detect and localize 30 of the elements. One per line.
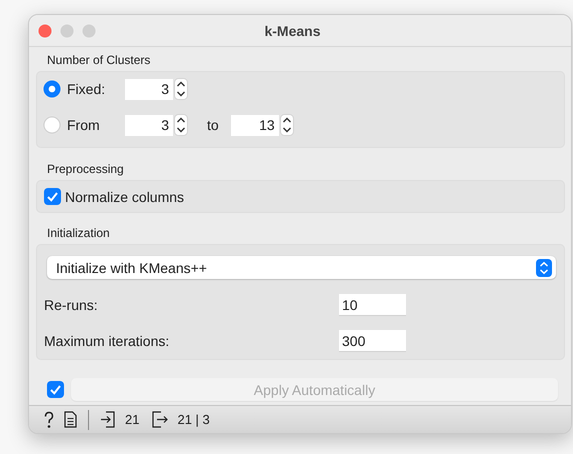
option-label: Fixed: [67, 81, 106, 97]
field-label: Maximum iterations: [44, 333, 170, 349]
checkbox-label: Normalize columns [65, 188, 184, 204]
checkbox[interactable] [44, 188, 61, 205]
range-label: to [207, 117, 219, 133]
input-field[interactable]: 300 [339, 330, 406, 352]
output-icon [152, 411, 168, 428]
option-label: From [67, 117, 100, 133]
close-icon[interactable] [38, 24, 52, 38]
radio-button[interactable] [43, 116, 61, 134]
help-icon[interactable] [43, 410, 55, 428]
section-title: Preprocessing [46, 162, 125, 176]
stepper-icon[interactable] [174, 114, 188, 136]
input-icon [100, 411, 116, 428]
input-count: 21 [125, 412, 140, 427]
stepper-icon[interactable] [280, 114, 294, 136]
section-title: Initialization [46, 226, 111, 240]
method-dropdown[interactable]: Initialize with KMeans++ [47, 256, 556, 279]
field-label: Re-runs: [44, 297, 99, 313]
number-field[interactable]: 3 [125, 114, 173, 136]
radio-button[interactable] [43, 80, 61, 98]
window-title: k-Means [264, 22, 321, 38]
section-title: Number of Clusters [46, 53, 152, 67]
stepper-icon[interactable] [174, 78, 188, 100]
document-icon[interactable] [64, 411, 77, 428]
input-field[interactable]: 10 [339, 294, 406, 316]
chevron-updown-icon [536, 258, 552, 276]
number-field[interactable]: 13 [230, 114, 279, 136]
number-field[interactable]: 3 [125, 78, 173, 100]
output-count: 21 | 3 [177, 412, 210, 427]
